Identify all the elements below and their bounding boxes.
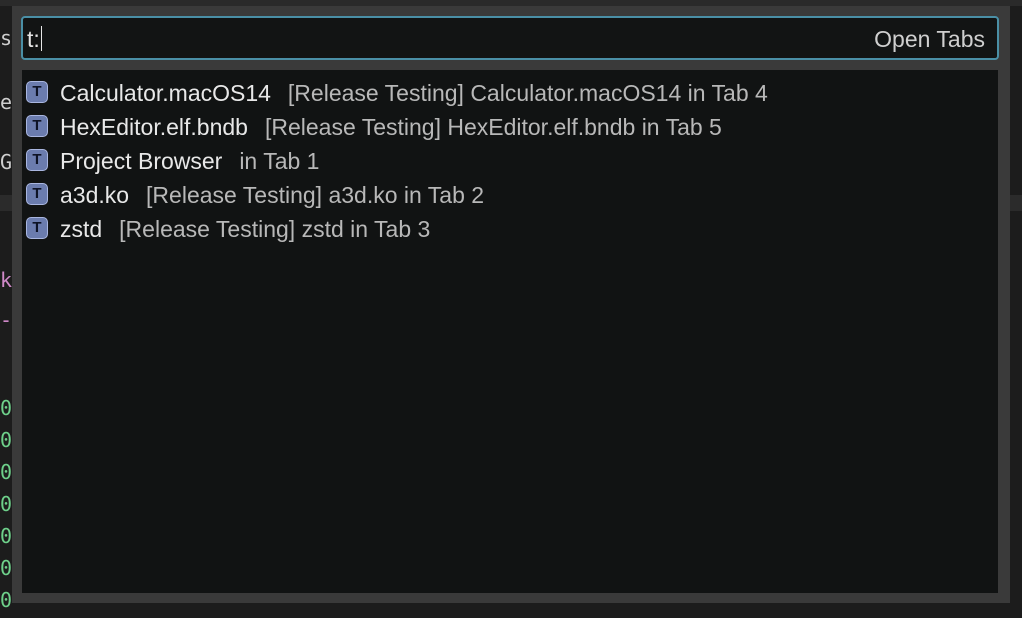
result-detail: [Release Testing] zstd in Tab 3 xyxy=(119,216,431,242)
tab-type-icon: T xyxy=(26,183,48,205)
background-code-fragment: 0 xyxy=(0,556,13,580)
background-code-fragment: 0 xyxy=(0,492,13,516)
background-code-fragment: e xyxy=(0,90,13,114)
result-row[interactable]: T Project Browser in Tab 1 xyxy=(22,144,998,178)
background-code-fragment: k xyxy=(0,268,13,292)
result-row[interactable]: Ta3d.ko [Release Testing] a3d.ko in Tab 2 xyxy=(22,178,998,212)
result-detail: [Release Testing] HexEditor.elf.bndb in … xyxy=(264,114,722,140)
result-title: Project Browser xyxy=(60,148,223,174)
result-row[interactable]: T HexEditor.elf.bndb [Release Testing] Hex… xyxy=(22,110,998,144)
tab-type-icon: T xyxy=(26,149,48,171)
background-code-fragment: 0 xyxy=(0,396,13,420)
result-detail: [Release Testing] a3d.ko in Tab 2 xyxy=(146,182,485,208)
result-title: Calculator.macOS14 xyxy=(60,80,271,106)
tab-type-icon: T xyxy=(26,81,48,103)
background-code-fragment: 0 xyxy=(0,428,13,452)
search-scope-label: Open Tabs xyxy=(874,26,985,52)
result-title: zstd xyxy=(60,216,103,242)
result-row[interactable]: T Calculator.macOS14 [Release Testing] Cal… xyxy=(22,76,998,110)
background-code-fragment: - xyxy=(0,308,13,332)
background-code-fragment: 0 xyxy=(0,588,13,612)
result-title: a3d.ko xyxy=(60,182,130,208)
background-code-fragment: s xyxy=(0,26,13,50)
tab-type-icon: T xyxy=(26,115,48,137)
command-palette: t: Open Tabs T Calculator.macOS14 [Release… xyxy=(12,6,1010,603)
palette-search-input[interactable]: t: xyxy=(27,26,42,52)
text-caret xyxy=(40,26,42,52)
result-title: HexEditor.elf.bndb xyxy=(60,114,248,140)
background-code-fragment: G xyxy=(0,150,13,174)
palette-search-box[interactable]: t: Open Tabs xyxy=(21,16,999,60)
result-detail: [Release Testing] Calculator.macOS14 in … xyxy=(287,80,768,106)
background-code-fragment: 0 xyxy=(0,524,13,548)
tab-type-icon: T xyxy=(26,217,48,239)
palette-results-list: T Calculator.macOS14 [Release Testing] Cal… xyxy=(22,70,998,593)
background-code-fragment: 0 xyxy=(0,460,13,484)
result-detail: in Tab 1 xyxy=(239,148,320,174)
result-row[interactable]: Tzstd [Release Testing] zstd in Tab 3 xyxy=(22,212,998,246)
